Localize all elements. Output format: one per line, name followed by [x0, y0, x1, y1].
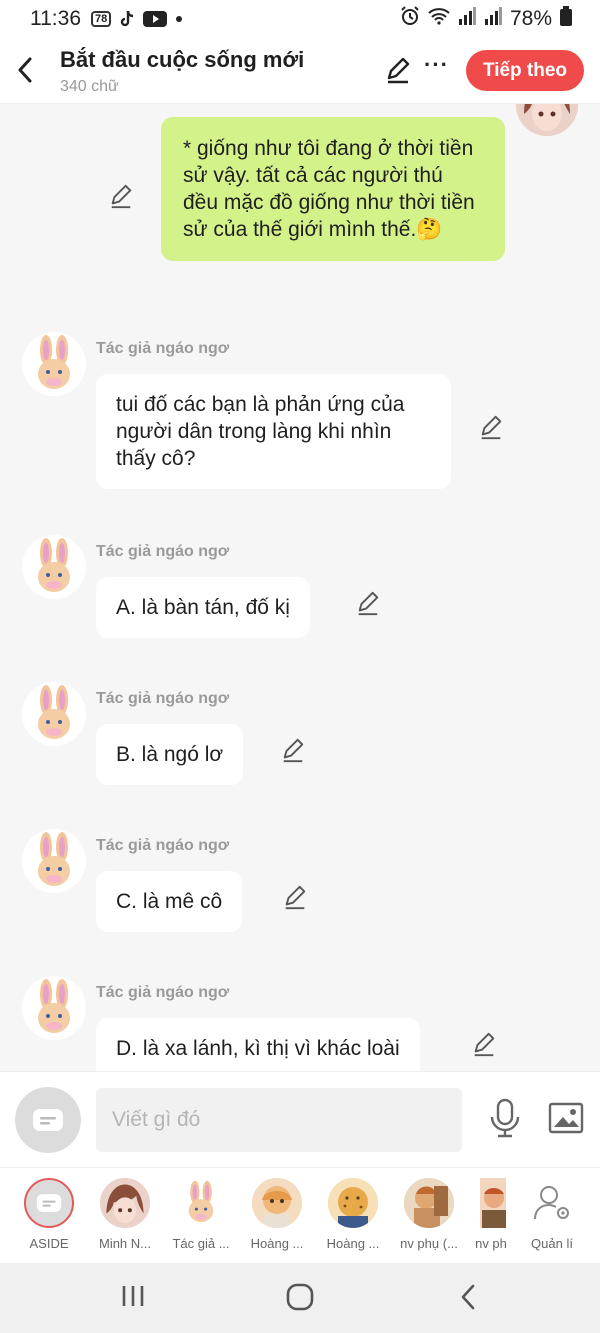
character-tac-gia[interactable]: Tác giả ... — [163, 1178, 239, 1251]
edit-message-button[interactable] — [478, 414, 504, 440]
battery-percent: 78% — [509, 7, 552, 30]
sender-name: Tác giả ngáo ngơ — [96, 984, 230, 1001]
character-name: Quản lí — [531, 1236, 573, 1251]
more-button[interactable]: ··· — [424, 52, 449, 78]
system-back-button[interactable] — [458, 1283, 478, 1316]
edit-message-button[interactable] — [471, 1031, 497, 1057]
avatar — [404, 1178, 454, 1228]
my-message-bubble[interactable]: * giống như tôi đang ở thời tiền sử vậy.… — [161, 117, 505, 261]
pencil-icon — [358, 591, 379, 616]
character-nv-phu-1[interactable]: nv phụ (... — [391, 1178, 467, 1251]
edit-message-button[interactable] — [280, 737, 306, 763]
battery-icon — [560, 6, 572, 32]
edit-button[interactable] — [384, 56, 412, 89]
message-bubble[interactable]: tui đố các bạn là phản ứng của người dân… — [96, 374, 451, 489]
chat-area[interactable]: * giống như tôi đang ở thời tiền sử vậy.… — [0, 104, 600, 1071]
character-hoang-1[interactable]: Hoàng ... — [239, 1178, 315, 1251]
character-minh[interactable]: Minh N... — [87, 1178, 163, 1251]
character-name: ASIDE — [29, 1236, 69, 1251]
user-settings-icon — [527, 1178, 577, 1228]
word-count: 340 chữ — [60, 78, 119, 95]
chevron-left-icon — [18, 57, 32, 83]
image-button[interactable] — [548, 1102, 584, 1139]
message-icon — [33, 1109, 63, 1131]
character-name: Tác giả ... — [172, 1236, 230, 1251]
pencil-icon — [474, 1032, 495, 1057]
edit-message-button[interactable] — [108, 183, 134, 209]
back-button[interactable] — [10, 52, 40, 88]
avatar — [516, 104, 578, 136]
chevron-left-icon — [461, 1284, 475, 1310]
mic-button[interactable] — [488, 1098, 522, 1143]
home-icon — [286, 1283, 314, 1311]
rabbit-avatar — [22, 682, 86, 746]
image-icon — [548, 1102, 584, 1134]
pencil-icon — [283, 738, 304, 763]
notification-badge: 78 — [91, 11, 112, 27]
avatar — [480, 1178, 506, 1228]
pencil-icon — [387, 57, 410, 84]
message-bubble[interactable]: A. là bàn tán, đố kị — [96, 577, 310, 638]
status-bar: 11:36 78 78% — [0, 0, 600, 38]
rabbit-avatar — [22, 535, 86, 599]
story-title: Bắt đầu cuộc sống mới — [60, 47, 305, 72]
top-header: Bắt đầu cuộc sống mới 340 chữ ··· Tiếp t… — [0, 38, 600, 104]
character-name: nv ph — [475, 1236, 507, 1251]
sender-name: Tác giả ngáo ngơ — [96, 340, 230, 357]
signal-icon — [458, 7, 476, 31]
microphone-icon — [490, 1098, 520, 1138]
edit-message-button[interactable] — [282, 884, 308, 910]
character-name: Hoàng ... — [326, 1236, 380, 1251]
pencil-icon — [285, 885, 306, 910]
tiktok-icon — [119, 10, 135, 28]
recents-button[interactable] — [120, 1283, 146, 1314]
alarm-icon — [400, 6, 420, 32]
aside-icon — [24, 1178, 74, 1228]
pencil-icon — [481, 415, 502, 440]
avatar — [100, 1178, 150, 1228]
dot-icon — [175, 15, 183, 23]
message-bubble[interactable]: C. là mê cô — [96, 871, 243, 932]
rabbit-avatar — [22, 976, 86, 1040]
composer-bar — [0, 1071, 600, 1167]
system-nav-bar — [0, 1263, 600, 1333]
status-time: 11:36 — [30, 7, 81, 30]
next-button[interactable]: Tiếp theo — [466, 50, 584, 91]
edit-message-button[interactable] — [355, 590, 381, 616]
character-name: nv phụ (... — [400, 1236, 458, 1251]
character-name: Hoàng ... — [250, 1236, 304, 1251]
signal-icon-2 — [484, 7, 502, 31]
rabbit-avatar — [22, 332, 86, 396]
sender-name: Tác giả ngáo ngơ — [96, 837, 230, 854]
character-selector: ASIDE Minh N... Tác giả ... Hoàng ... Ho… — [0, 1167, 600, 1263]
rabbit-avatar — [176, 1178, 226, 1228]
wifi-icon — [428, 7, 450, 31]
home-button[interactable] — [286, 1283, 314, 1316]
message-input[interactable] — [96, 1088, 462, 1152]
aside-toggle-button[interactable] — [15, 1087, 81, 1153]
avatar — [252, 1178, 302, 1228]
rabbit-avatar — [22, 829, 86, 893]
avatar — [328, 1178, 378, 1228]
sender-name: Tác giả ngáo ngơ — [96, 690, 230, 707]
manage-characters-button[interactable]: Quản lí — [514, 1178, 590, 1251]
message-bubble[interactable]: D. là xa lánh, kì thị vì khác loài — [96, 1018, 420, 1071]
character-nv-phu-2[interactable]: nv ph — [463, 1178, 519, 1251]
sender-name: Tác giả ngáo ngơ — [96, 543, 230, 560]
youtube-icon — [143, 10, 168, 28]
pencil-icon — [111, 184, 132, 209]
message-bubble[interactable]: B. là ngó lơ — [96, 724, 244, 785]
character-name: Minh N... — [98, 1236, 151, 1251]
recents-icon — [122, 1286, 144, 1306]
character-aside[interactable]: ASIDE — [11, 1178, 87, 1251]
character-hoang-2[interactable]: Hoàng ... — [315, 1178, 391, 1251]
